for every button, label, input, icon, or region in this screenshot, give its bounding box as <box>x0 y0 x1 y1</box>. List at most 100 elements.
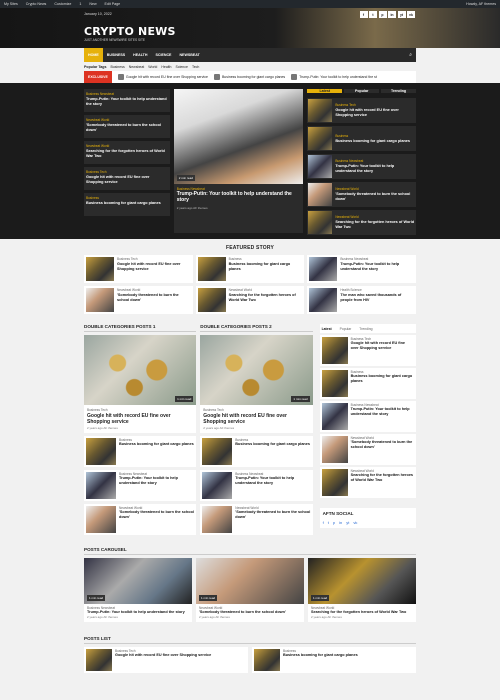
youtube-icon[interactable]: yt <box>397 11 406 18</box>
tab-latest[interactable]: Latest <box>322 327 332 331</box>
linkedin-icon[interactable]: in <box>339 520 342 525</box>
post-thumbnail[interactable] <box>202 438 233 465</box>
tag-business[interactable]: Business <box>111 65 125 69</box>
tab-popular[interactable]: Popular <box>340 327 352 331</box>
post-categories[interactable]: Business <box>335 134 410 138</box>
post-thumbnail[interactable] <box>308 183 333 206</box>
post-title[interactable]: Google hit with record EU fine over Shop… <box>86 175 168 184</box>
post-title[interactable]: Google hit with record EU fine over Shop… <box>87 413 193 425</box>
tag-health[interactable]: Health <box>161 65 171 69</box>
list-item[interactable]: Newsbeat World Searching for the forgotte… <box>84 141 170 164</box>
post-categories[interactable]: Newsbeat World <box>335 187 415 191</box>
post-thumbnail[interactable] <box>202 506 233 533</box>
post-title[interactable]: Searching for the forgotten heroes of Wo… <box>335 220 415 229</box>
post-thumbnail[interactable] <box>86 288 114 312</box>
post-title[interactable]: Searching for the forgotten heroes of Wo… <box>351 473 414 482</box>
post-thumbnail[interactable] <box>321 436 348 463</box>
post-categories[interactable]: Business Tech <box>335 103 415 107</box>
facebook-icon[interactable]: f <box>323 520 324 525</box>
post-thumbnail[interactable] <box>309 288 338 312</box>
nav-newsbeat[interactable]: NEWSBEAT <box>175 48 203 62</box>
post-thumbnail[interactable] <box>254 648 280 671</box>
post-thumbnail[interactable] <box>86 648 112 671</box>
twitter-icon[interactable]: t <box>328 520 329 525</box>
list-item[interactable]: Business Newsbeat Trump-Putin: Your toolk… <box>84 89 170 112</box>
post-categories[interactable]: Business <box>86 196 168 200</box>
post-thumbnail[interactable] <box>197 288 226 312</box>
vk-icon[interactable]: vk <box>407 11 415 18</box>
post-title[interactable]: The man who saved thousands of people fr… <box>340 293 414 302</box>
post-title[interactable]: Business booming for giant cargo planes <box>335 139 410 144</box>
post-categories[interactable]: Business Tech <box>86 170 168 174</box>
list-item[interactable]: Business Tech Google hit with record EU f… <box>84 255 193 283</box>
nav-home[interactable]: HOME <box>84 48 103 62</box>
post-thumbnail[interactable] <box>197 257 226 281</box>
admin-item-edit-page[interactable]: Edit Page <box>105 2 121 6</box>
carousel-item[interactable]: 1 min read Business Newsbeat Trump-Putin: … <box>84 558 192 622</box>
admin-item-new[interactable]: New <box>89 2 96 6</box>
main-featured-post[interactable]: 2 min read Business Newsbeat Trump-Putin… <box>173 89 304 233</box>
post-title[interactable]: Trump-Putin: Your toolkit to help unders… <box>340 262 414 271</box>
site-logo[interactable]: CRYPTO NEWS <box>84 25 176 38</box>
post-title[interactable]: Google hit with record EU fine over Shop… <box>351 341 414 350</box>
search-icon[interactable]: ⌕ <box>409 52 412 58</box>
post-thumbnail[interactable] <box>308 211 333 234</box>
post-title[interactable]: Business booming for giant cargo planes <box>235 442 310 447</box>
post-thumbnail[interactable] <box>86 506 116 533</box>
vk-icon[interactable]: vk <box>353 520 357 525</box>
post-title[interactable]: Business booming for giant cargo planes <box>119 442 194 447</box>
youtube-icon[interactable]: yt <box>346 520 349 525</box>
post-categories[interactable]: Business Tech <box>117 257 191 261</box>
post-title[interactable]: Trump-Putin: Your toolkit to help unders… <box>235 476 310 485</box>
admin-item-site[interactable]: Crypto News <box>26 2 47 6</box>
list-item[interactable]: Business Business booming for giant cargo… <box>252 646 416 673</box>
list-item[interactable]: Newsbeat World 'Somebody threatened to bu… <box>84 504 197 535</box>
twitter-icon[interactable]: t <box>369 11 377 18</box>
post-title[interactable]: Google hit with record EU fine over Shop… <box>203 413 309 425</box>
list-item[interactable]: Newsbeat World 'Somebody threatened to bu… <box>84 286 193 314</box>
post-categories[interactable]: Newsbeat World <box>335 215 415 219</box>
list-item[interactable]: Health Science The man who saved thousand… <box>307 286 416 314</box>
post-image[interactable]: 1 min read <box>84 558 192 604</box>
list-item[interactable]: Business Tech Google hit with record EU f… <box>84 167 170 190</box>
nav-business[interactable]: BUSINESS <box>103 48 129 62</box>
post-thumbnail[interactable] <box>86 438 116 465</box>
list-item[interactable]: Business Tech Google hit with record EU f… <box>84 646 248 673</box>
post-categories[interactable]: Business Newsbeat <box>86 92 168 96</box>
admin-item-my-sites[interactable]: My Sites <box>4 2 18 6</box>
list-item[interactable]: Business Tech Google hit with record EU f… <box>307 98 416 123</box>
featured-image[interactable]: 2 min read <box>173 89 304 184</box>
post-categories[interactable]: Newsbeat World <box>86 118 168 122</box>
post-thumbnail[interactable] <box>86 472 116 499</box>
list-item[interactable]: Business Newsbeat Trump-Putin: Your toolk… <box>319 401 416 432</box>
nav-science[interactable]: SCIENCE <box>151 48 175 62</box>
post-title[interactable]: Searching for the forgotten heroes of Wo… <box>229 293 303 302</box>
list-item[interactable]: Business Business booming for giant cargo… <box>84 436 197 467</box>
post-title[interactable]: 'Somebody threatened to burn the school … <box>351 440 414 449</box>
post-image[interactable]: 1 min read <box>196 558 304 604</box>
post-title[interactable]: Business booming for giant cargo planes <box>351 374 414 383</box>
post-title[interactable]: 'Somebody threatened to burn the school … <box>86 123 168 132</box>
ticker-item[interactable]: Business booming for giant cargo planes <box>213 74 285 80</box>
post-title[interactable]: 'Somebody threatened to burn the school … <box>119 510 194 519</box>
post-categories[interactable]: Newsbeat World <box>117 288 191 292</box>
post-title[interactable]: Trump-Putin: Your toolkit to help unders… <box>119 476 194 485</box>
tab-trending[interactable]: Trending <box>381 89 416 93</box>
pinterest-icon[interactable]: p <box>378 11 387 18</box>
post-image[interactable]: 1 min read <box>200 335 313 405</box>
list-item[interactable]: Business Business booming for giant cargo… <box>307 126 416 151</box>
post-categories[interactable]: Newsbeat World <box>229 288 303 292</box>
post-thumbnail[interactable] <box>321 370 348 397</box>
list-item[interactable]: Newsbeat World 'Somebody threatened to bu… <box>200 504 313 535</box>
post-title[interactable]: 'Somebody threatened to burn the school … <box>335 192 415 201</box>
list-item[interactable]: Newsbeat World Searching for the forgotte… <box>195 286 305 314</box>
post-title[interactable]: 'Somebody threatened to burn the school … <box>117 293 191 302</box>
post-thumbnail[interactable] <box>309 257 338 281</box>
post-image[interactable]: 1 min read <box>308 558 416 604</box>
carousel-item[interactable]: 1 min read Newsbeat World Searching for th… <box>308 558 416 622</box>
post-thumbnail[interactable] <box>308 127 333 150</box>
post-thumbnail[interactable] <box>308 155 333 178</box>
post-categories[interactable]: Business Tech <box>203 408 309 412</box>
post-categories[interactable]: Health Science <box>340 288 414 292</box>
post-thumbnail[interactable] <box>321 403 348 430</box>
